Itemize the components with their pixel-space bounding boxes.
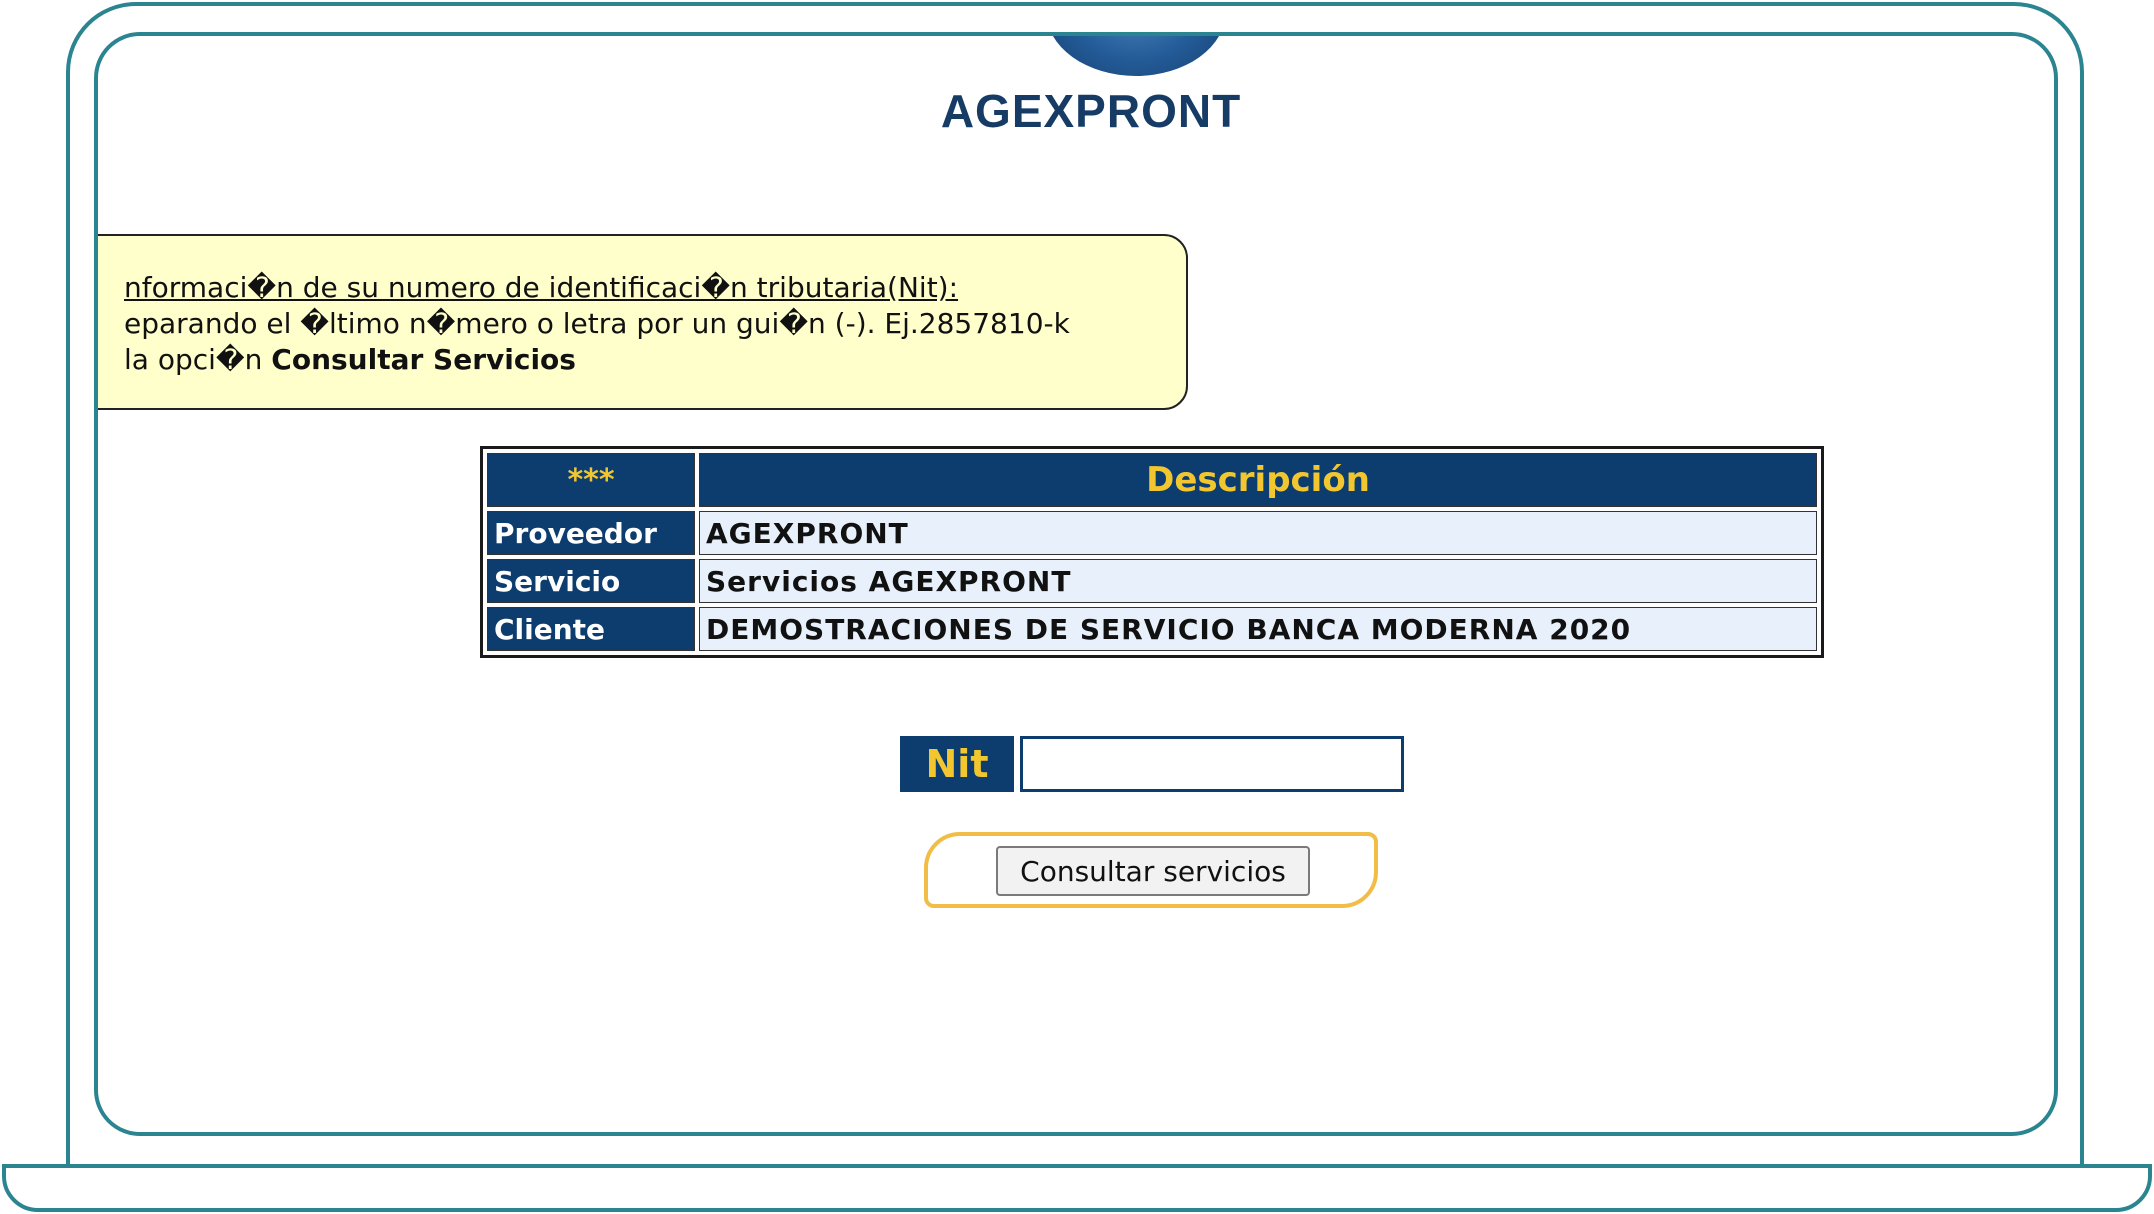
description-table: *** Descripción Proveedor AGEXPRONT Serv… bbox=[480, 446, 1824, 658]
table-row: Cliente DEMOSTRACIONES DE SERVICIO BANCA… bbox=[487, 607, 1817, 651]
instructions-line-2: eparando el �ltimo n�mero o letra por un… bbox=[124, 307, 1070, 340]
row-label-servicio: Servicio bbox=[487, 559, 695, 603]
instructions-box: nformaci�n de su numero de identificaci�… bbox=[98, 234, 1188, 410]
row-label-cliente: Cliente bbox=[487, 607, 695, 651]
logo-text: AGEXPRONT bbox=[940, 85, 1242, 137]
instructions-line-3: la opci�n Consultar Servicios bbox=[124, 342, 1186, 378]
table-header-stars: *** bbox=[487, 453, 695, 507]
nit-label: Nit bbox=[900, 736, 1014, 792]
globe-logo-icon bbox=[1046, 36, 1226, 76]
consultar-servicios-button[interactable]: Consultar servicios bbox=[996, 846, 1310, 896]
table-row: Proveedor AGEXPRONT bbox=[487, 511, 1817, 555]
row-value-proveedor: AGEXPRONT bbox=[699, 511, 1817, 555]
table-row: Servicio Servicios AGEXPRONT bbox=[487, 559, 1817, 603]
row-value-servicio: Servicios AGEXPRONT bbox=[699, 559, 1817, 603]
table-header-row: *** Descripción bbox=[487, 453, 1817, 507]
instructions-line-3-prefix: la opci�n bbox=[124, 343, 272, 376]
nit-input[interactable] bbox=[1020, 736, 1404, 792]
table-header-description: Descripción bbox=[699, 453, 1817, 507]
laptop-base bbox=[2, 1164, 2152, 1212]
row-value-cliente: DEMOSTRACIONES DE SERVICIO BANCA MODERNA… bbox=[699, 607, 1817, 651]
laptop-screen: AGEXPRONT nformaci�n de su numero de ide… bbox=[94, 32, 2058, 1136]
row-label-proveedor: Proveedor bbox=[487, 511, 695, 555]
instructions-line-3-bold: Consultar Servicios bbox=[271, 343, 576, 376]
instructions-line-1: nformaci�n de su numero de identificaci�… bbox=[124, 271, 959, 304]
